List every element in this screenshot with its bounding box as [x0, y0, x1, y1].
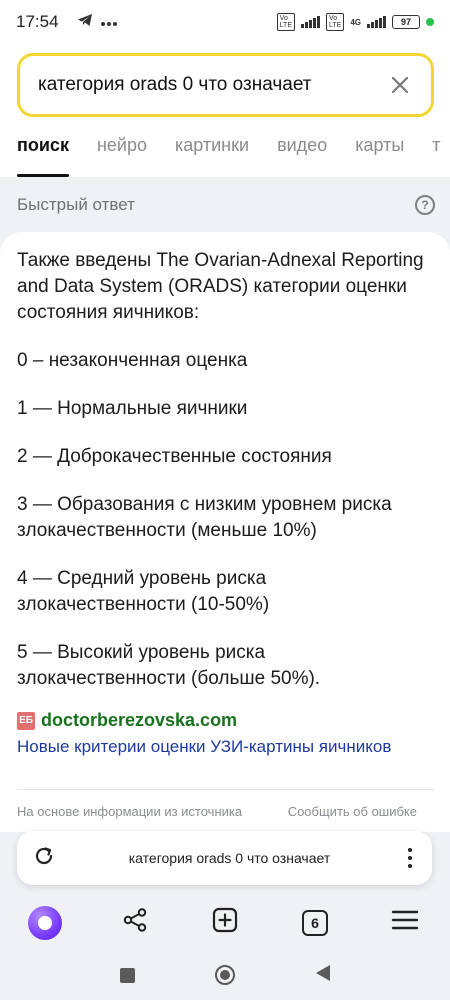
- answer-item-0: 0 – незаконченная оценка: [17, 350, 248, 371]
- bottom-toolbar: 6: [0, 895, 450, 950]
- signal-icon-2: [367, 16, 386, 28]
- status-bar: 17:54 Vo LTE Vo LTE 4G 97: [0, 0, 450, 44]
- search-box[interactable]: категория orads 0 что означает: [17, 53, 434, 117]
- answer-intro: Также введены The Ovarian-Adnexal Report…: [17, 250, 424, 323]
- source-favicon-icon: ЕБ: [17, 711, 35, 730]
- help-icon[interactable]: ?: [415, 195, 435, 215]
- alice-icon: [28, 905, 62, 940]
- battery-icon: 97: [392, 15, 420, 29]
- status-dot: [426, 18, 434, 26]
- tab-video[interactable]: видео: [277, 132, 327, 177]
- back-icon[interactable]: [315, 964, 331, 987]
- source-note: На основе информации из источника: [17, 804, 243, 819]
- menu-icon: [391, 909, 419, 936]
- answer-item-4: 4 — Средний уровень риска злокачественно…: [17, 568, 270, 615]
- source-row[interactable]: ЕБ doctorberezovska.com: [17, 710, 433, 731]
- divider: [17, 789, 434, 790]
- refresh-icon[interactable]: [33, 845, 55, 872]
- search-header: категория orads 0 что означает поиск ней…: [0, 44, 450, 177]
- quick-answer-header: Быстрый ответ ?: [17, 195, 435, 215]
- tab-neuro[interactable]: нейро: [97, 132, 147, 177]
- system-nav: [0, 950, 450, 1000]
- source-domain[interactable]: doctorberezovska.com: [41, 710, 237, 731]
- home-icon[interactable]: [214, 965, 235, 985]
- tab-search[interactable]: поиск: [17, 132, 69, 177]
- tab-images[interactable]: картинки: [175, 132, 249, 177]
- answer-item-1: 1 — Нормальные яичники: [17, 398, 248, 419]
- more-notifications-icon: [100, 13, 117, 31]
- search-query[interactable]: категория orads 0 что означает: [38, 74, 387, 96]
- tabs-button[interactable]: 6: [292, 900, 338, 946]
- volte-icon-2: Vo LTE: [326, 13, 345, 31]
- alice-button[interactable]: [22, 900, 68, 946]
- share-button[interactable]: [112, 900, 158, 946]
- clear-icon[interactable]: [387, 72, 413, 98]
- recent-apps-icon[interactable]: [119, 967, 135, 983]
- tabs-count: 6: [302, 909, 328, 936]
- more-vert-icon[interactable]: [404, 848, 416, 868]
- telegram-icon: [77, 13, 93, 32]
- quick-answer-card: Также введены The Ovarian-Adnexal Report…: [0, 232, 450, 832]
- network-type-label: 4G: [350, 17, 361, 27]
- answer-item-2: 2 — Доброкачественные состояния: [17, 446, 332, 467]
- new-tab-button[interactable]: [202, 900, 248, 946]
- search-tabs: поиск нейро картинки видео карты т: [0, 132, 450, 177]
- signal-icon: [301, 16, 320, 28]
- status-time: 17:54: [16, 12, 59, 31]
- source-title-link[interactable]: Новые критерии оценки УЗИ-картины яичник…: [17, 737, 433, 757]
- volte-icon: Vo LTE: [276, 13, 295, 31]
- answer-footer: На основе информации из источника Сообщи…: [17, 804, 417, 819]
- menu-button[interactable]: [382, 900, 428, 946]
- share-icon: [122, 907, 148, 938]
- answer-item-3: 3 — Образования с низким уровнем риска з…: [17, 494, 392, 541]
- bottom-query-bar[interactable]: категория orads 0 что означает: [17, 831, 432, 885]
- bottom-query-text[interactable]: категория orads 0 что означает: [55, 850, 404, 866]
- quick-answer-title: Быстрый ответ: [17, 195, 135, 214]
- plus-square-icon: [212, 907, 238, 938]
- tab-maps[interactable]: карты: [355, 132, 404, 177]
- tab-more[interactable]: т: [432, 132, 440, 177]
- report-error-link[interactable]: Сообщить об ошибке: [288, 804, 417, 819]
- answer-item-5: 5 — Высокий уровень риска злокачественно…: [17, 642, 321, 689]
